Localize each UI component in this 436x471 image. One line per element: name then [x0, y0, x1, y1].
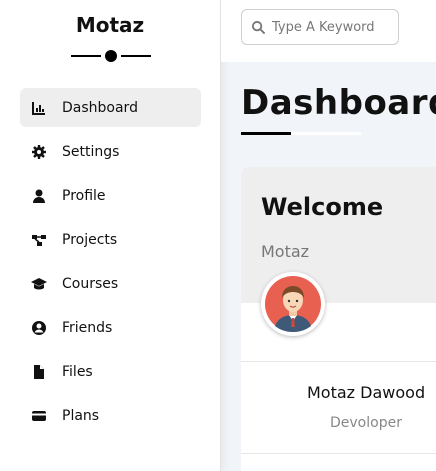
search-box[interactable]	[241, 9, 399, 45]
title-underline-accent	[291, 132, 361, 135]
search-input[interactable]	[272, 10, 396, 44]
gear-icon	[31, 144, 47, 160]
brand-dot	[105, 50, 117, 62]
sidebar-item-label: Profile	[62, 187, 106, 204]
sidebar-item-label: Dashboard	[62, 99, 138, 116]
welcome-card: Welcome Motaz Motaz Dawood Devoloper	[241, 167, 436, 471]
sidebar-item-label: Projects	[62, 231, 118, 248]
sidebar-item-label: Courses	[62, 275, 119, 292]
file-icon	[31, 364, 47, 380]
card-divider	[241, 361, 436, 362]
avatar	[261, 272, 325, 336]
app: Motaz Dashboard Settings Profile Project…	[0, 0, 436, 471]
brand-line-left	[71, 55, 101, 57]
credit-card-icon	[31, 408, 47, 424]
user-icon	[31, 188, 47, 204]
user-job-title: Devoloper	[330, 415, 402, 431]
sidebar-item-friends[interactable]: Friends	[20, 308, 201, 347]
sidebar-item-label: Friends	[62, 319, 113, 336]
brand-line-right	[121, 55, 151, 57]
title-underline	[241, 132, 291, 135]
user-full-name: Motaz Dawood	[307, 383, 426, 402]
sidebar-item-label: Settings	[62, 143, 120, 160]
welcome-heading: Welcome	[261, 193, 384, 221]
sidebar-item-plans[interactable]: Plans	[20, 396, 201, 435]
sidebar: Motaz Dashboard Settings Profile Project…	[0, 0, 221, 471]
brand-decoration	[71, 50, 151, 62]
sidebar-item-projects[interactable]: Projects	[20, 220, 201, 259]
search-icon	[251, 20, 266, 35]
page-title: Dashboard	[241, 83, 436, 123]
sidebar-item-settings[interactable]: Settings	[20, 132, 201, 171]
welcome-username: Motaz	[261, 242, 310, 261]
user-circle-icon	[31, 320, 47, 336]
chart-icon	[31, 100, 47, 116]
graduation-cap-icon	[31, 276, 47, 292]
sidebar-item-dashboard[interactable]: Dashboard	[20, 88, 201, 127]
brand-name: Motaz	[75, 13, 145, 37]
sidebar-item-label: Plans	[62, 407, 100, 424]
sidebar-nav: Dashboard Settings Profile Projects Cour…	[20, 88, 201, 440]
diagram-icon	[31, 232, 47, 248]
sidebar-item-courses[interactable]: Courses	[20, 264, 201, 303]
sidebar-item-profile[interactable]: Profile	[20, 176, 201, 215]
sidebar-item-files[interactable]: Files	[20, 352, 201, 391]
sidebar-item-label: Files	[62, 363, 93, 380]
card-divider-bottom	[241, 453, 436, 454]
